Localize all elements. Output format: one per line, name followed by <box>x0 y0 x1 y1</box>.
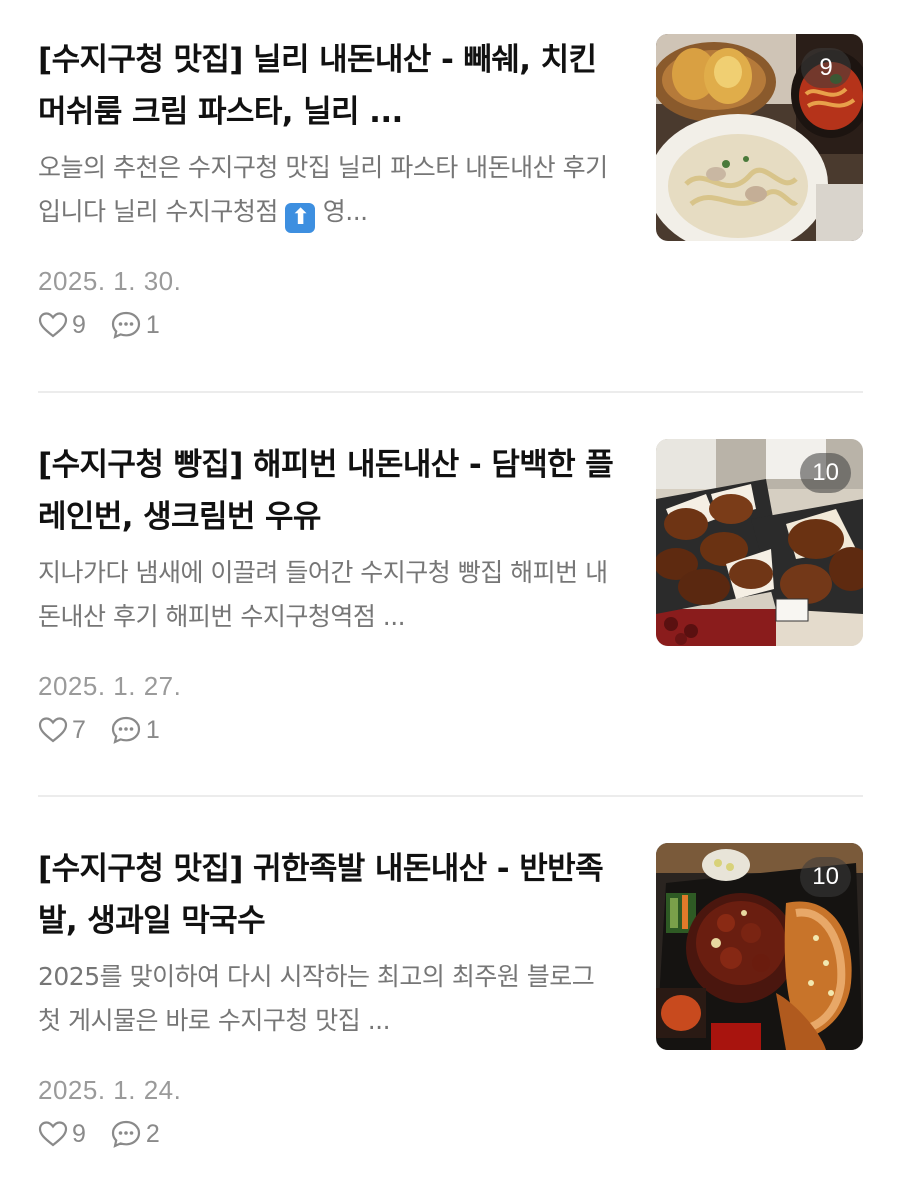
post-thumbnail[interactable]: 10 <box>656 843 863 1050</box>
post-summary: 2025를 맞이하여 다시 시작하는 최고의 최주원 블로그 첫 게시물은 바로… <box>38 962 595 1035</box>
post-meta: 9 1 <box>38 310 184 340</box>
post-text[interactable]: [수지구청 맛집] 닐리 내돈내산 - 빼쉐, 치킨 머쉬룸 크림 파스타, 닐… <box>38 34 618 234</box>
post-item[interactable]: [수지구청 맛집] 닐리 내돈내산 - 빼쉐, 치킨 머쉬룸 크림 파스타, 닐… <box>38 34 863 339</box>
post-item[interactable]: [수지구청 빵집] 해피번 내돈내산 - 담백한 플레인번, 생크림번 우유 지… <box>38 439 863 744</box>
post-meta: 7 1 <box>38 715 184 745</box>
comment-button[interactable]: 2 <box>110 1119 160 1149</box>
comment-bubble-icon <box>111 716 141 744</box>
post-title[interactable]: [수지구청 맛집] 귀한족발 내돈내산 - 반반족발, 생과일 막국수 <box>38 843 618 947</box>
comment-bubble-icon <box>111 1120 141 1148</box>
like-count: 7 <box>72 715 86 744</box>
post-summary: 오늘의 추천은 수지구청 맛집 닐리 파스타 내돈내산 후기입니다 닐리 수지구… <box>38 146 618 234</box>
comment-bubble-icon <box>111 311 141 339</box>
post-text[interactable]: [수지구청 빵집] 해피번 내돈내산 - 담백한 플레인번, 생크림번 우유 지… <box>38 439 618 639</box>
like-count: 9 <box>72 310 86 339</box>
post-thumbnail[interactable]: 9 <box>656 34 863 241</box>
like-button[interactable]: 7 <box>38 716 86 745</box>
comment-button[interactable]: 1 <box>110 310 160 340</box>
heart-icon <box>38 1121 68 1147</box>
heart-icon <box>38 717 68 743</box>
heart-icon <box>38 312 68 338</box>
divider <box>38 795 863 797</box>
post-date: 2025. 1. 27. <box>38 671 182 701</box>
post-title[interactable]: [수지구청 빵집] 해피번 내돈내산 - 담백한 플레인번, 생크림번 우유 <box>38 439 618 543</box>
post-date: 2025. 1. 24. <box>38 1075 182 1105</box>
divider <box>38 391 863 393</box>
image-count-badge: 9 <box>801 48 851 88</box>
post-date: 2025. 1. 30. <box>38 266 182 296</box>
image-count-badge: 10 <box>800 453 851 493</box>
post-summary-text-tail: 영... <box>315 197 368 226</box>
comment-count: 2 <box>145 1119 160 1148</box>
comment-count: 1 <box>145 715 160 744</box>
image-count-badge: 10 <box>800 857 851 897</box>
post-item[interactable]: [수지구청 맛집] 귀한족발 내돈내산 - 반반족발, 생과일 막국수 2025… <box>38 843 863 1148</box>
up-arrow-emoji-icon: ⬆ <box>285 203 316 233</box>
like-button[interactable]: 9 <box>38 1120 86 1149</box>
post-summary: 지나가다 냄새에 이끌려 들어간 수지구청 빵집 해피번 내돈내산 후기 해피번… <box>38 558 608 631</box>
post-text[interactable]: [수지구청 맛집] 귀한족발 내돈내산 - 반반족발, 생과일 막국수 2025… <box>38 843 618 1043</box>
like-count: 9 <box>72 1119 86 1148</box>
comment-button[interactable]: 1 <box>110 715 160 745</box>
like-button[interactable]: 9 <box>38 311 86 340</box>
post-thumbnail[interactable]: 10 <box>656 439 863 646</box>
post-meta: 9 2 <box>38 1119 184 1149</box>
comment-count: 1 <box>145 310 160 339</box>
post-title[interactable]: [수지구청 맛집] 닐리 내돈내산 - 빼쉐, 치킨 머쉬룸 크림 파스타, 닐… <box>38 34 618 138</box>
